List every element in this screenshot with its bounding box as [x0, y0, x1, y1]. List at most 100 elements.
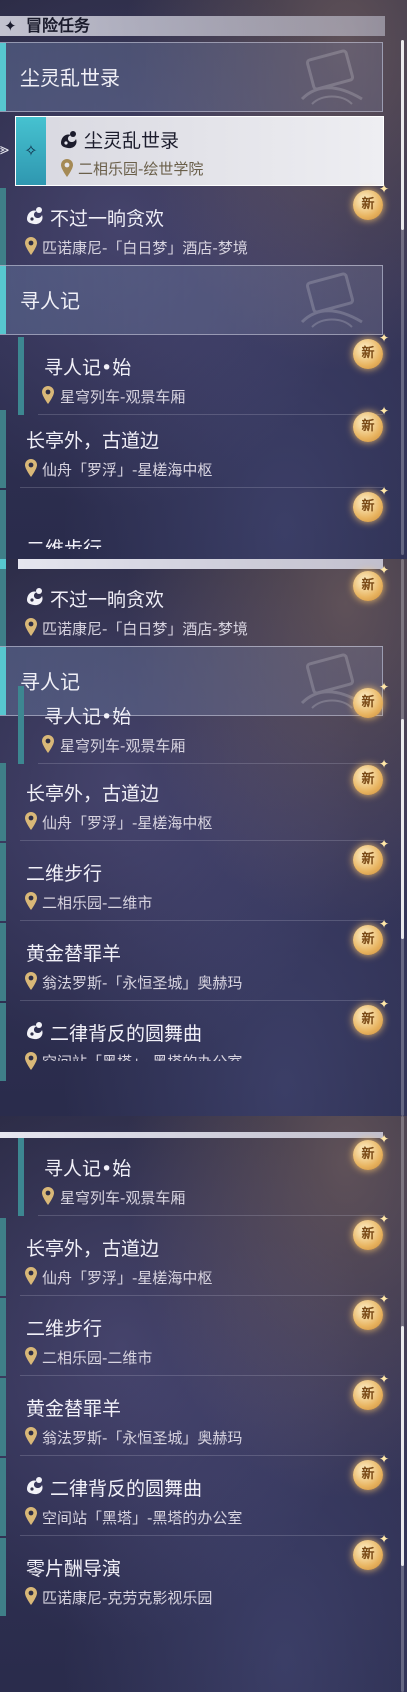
quest-stripe	[0, 1218, 6, 1296]
quest-stripe	[0, 1458, 6, 1536]
location-pin-icon	[25, 812, 37, 830]
new-badge-icon: 新 ✦	[353, 1292, 389, 1330]
group-header-chenling[interactable]: 尘灵乱世录	[0, 42, 383, 112]
group-header-xunrenji[interactable]: 寻人记	[0, 265, 383, 335]
divider	[20, 1295, 383, 1296]
divider	[20, 920, 383, 921]
location-pin-icon	[25, 1267, 37, 1285]
quest-stripe	[0, 490, 6, 559]
quest-item[interactable]: 黄金替罪羊 翁法罗斯-「永恒圣城」奥赫玛 新 ✦	[0, 1372, 389, 1456]
quest-name: 二维步行	[26, 1318, 103, 1340]
new-badge-icon: 新 ✦	[353, 404, 389, 442]
quest-location: 仙舟「罗浮」-星槎海中枢	[42, 461, 213, 479]
quest-location: 匹诺康尼-「白日梦」酒店-梦境	[42, 620, 248, 638]
group-accent-bar	[0, 266, 6, 334]
divider	[20, 487, 383, 488]
quest-location: 翁法罗斯-「永恒圣城」奥赫玛	[42, 974, 243, 992]
location-pin-icon	[25, 237, 37, 255]
quest-name: 寻人记•始	[44, 1158, 132, 1180]
quest-name: 长亭外，古道边	[26, 1238, 160, 1260]
quest-location: 星穹列车-观景车厢	[60, 737, 186, 755]
quest-item[interactable]: 寻人记•始 星穹列车-观景车厢 新 ✦	[18, 1132, 389, 1216]
quest-item[interactable]: 不过一晌贪欢 匹诺康尼-「白日梦」酒店-梦境 新 ✦	[0, 563, 389, 647]
quest-name: 不过一晌贪欢	[50, 589, 165, 611]
group-accent-bar	[0, 647, 6, 715]
quest-item[interactable]: 二维步行 二相乐园-二维市 新 ✦	[0, 837, 389, 921]
quest-item[interactable]: 不过一晌贪欢 匹诺康尼-「白日梦」酒店-梦境 新 ✦	[0, 182, 389, 266]
quest-stripe	[0, 923, 6, 1001]
quest-item[interactable]: 长亭外，古道边 仙舟「罗浮」-星槎海中枢 新 ✦	[0, 1212, 389, 1296]
quest-name: 黄金替罪羊	[26, 943, 122, 965]
location-pin-icon	[25, 1347, 37, 1365]
divider	[20, 1375, 383, 1376]
quest-stripe	[0, 763, 6, 841]
quest-location: 二相乐园-二维市	[42, 1349, 153, 1367]
new-badge-icon: 新 ✦	[353, 997, 389, 1035]
quest-list-panel-2: 不过一晌贪欢 匹诺康尼-「白日梦」酒店-梦境 新 ✦ 寻人记 寻人记•始 星穹列车…	[0, 559, 407, 1116]
quest-item[interactable]: 长亭外，古道边 仙舟「罗浮」-星槎海中枢 新 ✦	[0, 757, 389, 841]
quest-location: 二相乐园-绘世学院	[78, 160, 204, 178]
quest-name: 二律背反的圆舞曲	[50, 1478, 203, 1500]
location-pin-icon	[25, 972, 37, 990]
new-badge-icon: 新 ✦	[353, 1372, 389, 1410]
quest-location: 仙舟「罗浮」-星槎海中枢	[42, 814, 213, 832]
quest-type-icon	[58, 129, 80, 151]
quest-item[interactable]: 长亭外，古道边 仙舟「罗浮」-星槎海中枢 新 ✦	[0, 404, 389, 488]
quest-location: 星穹列车-观景车厢	[60, 1189, 186, 1207]
quest-list-panel-1: ✦ 冒险任务 尘灵乱世录 ⪢ ✧ 尘灵乱世录 二相乐园-绘世学院 不过一晌贪欢 …	[0, 0, 407, 559]
quest-item[interactable]: 二律背反的圆舞曲 空间站「黑塔」-黑塔的办公室 新✦	[0, 1452, 389, 1536]
divider	[20, 1455, 383, 1456]
quest-name: 长亭外，古道边	[26, 783, 160, 805]
quest-stripe	[18, 337, 24, 415]
quest-name: 二维步行	[26, 863, 103, 885]
new-badge-icon: 新 ✦	[353, 1452, 389, 1490]
quest-stripe	[0, 1538, 6, 1616]
quest-name: 寻人记•始	[44, 706, 132, 728]
quest-name: 寻人记•始	[44, 357, 132, 379]
divider	[20, 840, 383, 841]
quest-stripe	[0, 1298, 6, 1376]
divider	[38, 1215, 383, 1216]
selected-quest-card[interactable]: ✧ 尘灵乱世录 二相乐园-绘世学院	[15, 116, 384, 186]
quest-item[interactable]: 寻人记•始 星穹列车-观景车厢 新 ✦	[18, 680, 389, 764]
quest-item[interactable]: 寻人记•始 星穹列车-观景车厢 新 ✦	[18, 331, 389, 415]
new-badge-icon: 新 ✦	[353, 680, 389, 718]
quest-item[interactable]: 零片酬导演 匹诺康尼-克劳克影视乐园 新 ✦	[0, 1532, 389, 1616]
location-pin-icon	[25, 1052, 37, 1070]
quest-name: 不过一晌贪欢	[50, 208, 165, 230]
quest-name: 二律背反的圆舞曲	[50, 1023, 203, 1045]
quest-item[interactable]: 二律背反的圆舞曲 空间站「黑塔」-黑塔的办公室 新✦	[0, 997, 389, 1081]
quest-location: 匹诺康尼-「白日梦」酒店-梦境	[42, 239, 248, 257]
quest-stripe	[0, 843, 6, 921]
quest-location: 仙舟「罗浮」-星槎海中枢	[42, 1269, 213, 1287]
section-header: ✦ 冒险任务	[0, 16, 385, 36]
quest-list-panel-3: 寻人记•始 星穹列车-观景车厢 新 ✦ 长亭外，古道边 仙舟「罗浮」-星槎海中枢 …	[0, 1116, 407, 1692]
quest-location: 星穹列车-观景车厢	[60, 388, 186, 406]
location-pin-icon	[25, 1587, 37, 1605]
new-badge-icon: 新 ✦	[353, 757, 389, 795]
quest-location: 空间站「黑塔」-黑塔的办公室	[42, 1509, 243, 1527]
quest-stripe	[0, 188, 6, 266]
new-badge-icon: 新 ✦	[353, 331, 389, 369]
new-badge-icon: 新 ✦	[353, 484, 389, 522]
new-badge-icon: 新 ✦	[353, 563, 389, 601]
location-pin-icon	[42, 386, 54, 404]
quest-item[interactable]: 黄金替罪羊 翁法罗斯-「永恒圣城」奥赫玛 新 ✦	[0, 917, 389, 1001]
diamond-marker-icon: ✧	[16, 117, 46, 185]
quest-stripe	[18, 686, 24, 764]
section-star-icon: ✦	[4, 17, 17, 35]
location-pin-icon	[25, 618, 37, 636]
scrollbar-thumb[interactable]	[401, 719, 404, 939]
quest-location: 翁法罗斯-「永恒圣城」奥赫玛	[42, 1429, 243, 1447]
quest-stripe	[0, 1378, 6, 1456]
quest-item[interactable]: 二维步行 二相乐园-二维市 新 ✦	[0, 1292, 389, 1376]
quest-location: 匹诺康尼-克劳克影视乐园	[42, 1589, 213, 1607]
group-label: 尘灵乱世录	[20, 66, 120, 90]
divider	[20, 1535, 383, 1536]
scrollbar-thumb[interactable]	[401, 1326, 404, 1566]
location-pin-icon	[25, 1427, 37, 1445]
quest-stripe	[18, 1138, 24, 1216]
quest-name: 尘灵乱世录	[84, 130, 180, 152]
scrollbar-thumb[interactable]	[401, 40, 404, 230]
new-badge-icon: 新 ✦	[353, 837, 389, 875]
